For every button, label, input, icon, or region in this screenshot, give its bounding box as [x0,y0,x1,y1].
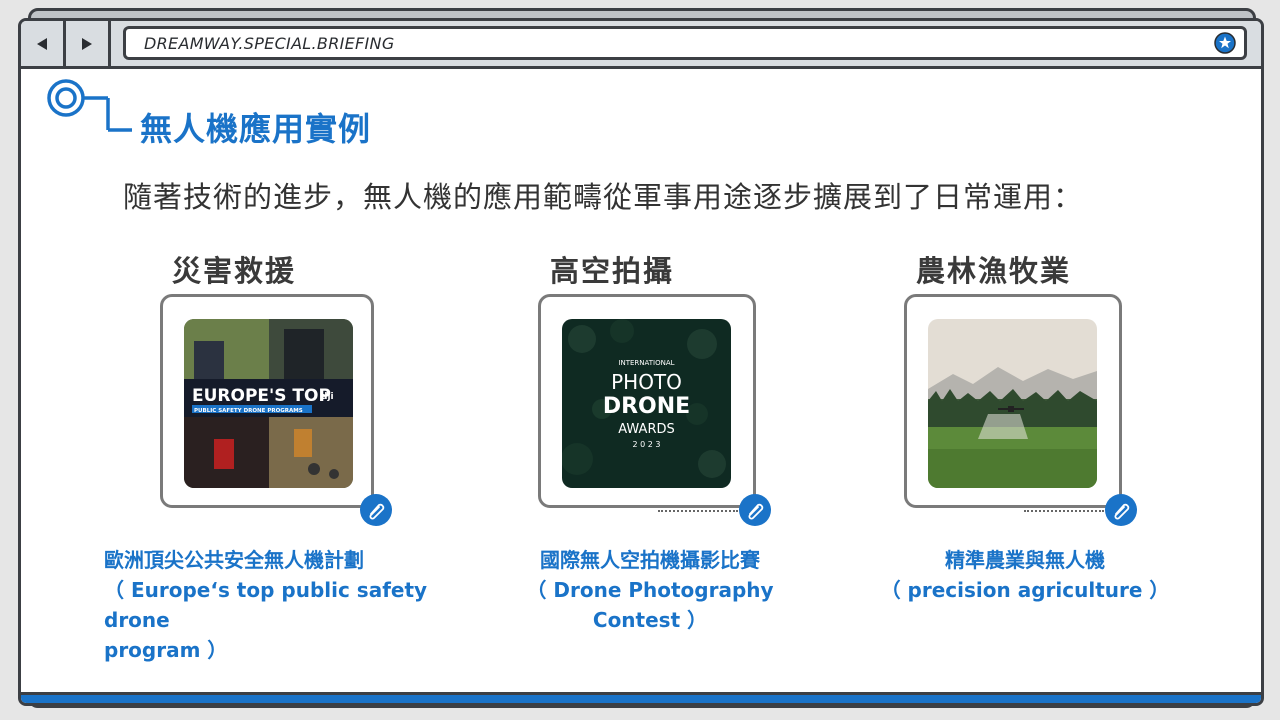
image-text-drone: DRONE [603,394,690,419]
dotted-separator [1024,510,1104,514]
slide-title: 無人機應用實例 [140,110,372,148]
bookmark-star-icon[interactable] [1214,32,1236,54]
category-label-disaster-relief: 災害救援 [172,254,297,288]
dotted-separator [658,510,738,514]
image-text-year: 2 0 2 3 [633,440,661,449]
card-agriculture [904,294,1122,508]
paperclip-icon[interactable] [738,493,772,527]
address-bar[interactable]: DREAMWAY.SPECIAL.BRIEFING [123,26,1247,60]
image-text-international: INTERNATIONAL [618,359,674,367]
image-subheading-text: PUBLIC SAFETY DRONE PROGRAMS [194,408,303,414]
paperclip-icon[interactable] [1104,493,1138,527]
image-text-awards: AWARDS [618,422,675,437]
back-button[interactable] [21,21,66,66]
image-heading-text: EUROPE'S TOP [192,386,331,406]
caption-en: （ Europe‘s top public safety drone [104,578,428,632]
browser-toolbar: DREAMWAY.SPECIAL.BRIEFING [21,21,1261,69]
paperclip-icon[interactable] [359,493,393,527]
arrow-left-icon [37,37,47,50]
arrow-right-icon [82,37,92,50]
category-label-agriculture: 農林漁牧業 [916,254,1072,288]
drone-awards-image[interactable]: INTERNATIONAL PHOTO DRONE AWARDS 2 0 2 3 [562,319,731,488]
agriculture-drone-image[interactable] [928,319,1097,488]
caption-aerial-photography: 國際無人空拍機攝影比賽 （ Drone Photography Contest … [480,545,820,635]
category-label-aerial-photography: 高空拍攝 [550,254,675,288]
card-disaster-relief: EUROPE'S TOP PUBLIC SAFETY DRONE PROGRAM… [160,294,374,508]
target-bracket-icon [47,79,132,132]
card-aerial-photography: INTERNATIONAL PHOTO DRONE AWARDS 2 0 2 3 [538,294,756,508]
image-text-photo: PHOTO [611,370,682,394]
caption-zh: 精準農業與無人機 [945,548,1105,572]
caption-disaster-relief: 歐洲頂尖公共安全無人機計劃 （ Europe‘s top public safe… [104,545,474,665]
caption-en: （ precision agriculture ） [880,578,1170,602]
caption-en: （ Drone Photography Contest ） [526,578,774,632]
bottom-accent-bar [21,692,1261,703]
public-safety-drone-image[interactable]: EUROPE'S TOP PUBLIC SAFETY DRONE PROGRAM… [184,319,353,488]
dji-logo-text: dji [321,392,334,402]
url-text: DREAMWAY.SPECIAL.BRIEFING [144,34,395,53]
caption-agriculture: 精準農業與無人機 （ precision agriculture ） [880,545,1170,605]
slide-subtitle: 隨著技術的進步，無人機的應用範疇從軍事用途逐步擴展到了日常運用： [123,180,1084,214]
caption-zh: 歐洲頂尖公共安全無人機計劃 [104,548,364,572]
caption-zh: 國際無人空拍機攝影比賽 [540,548,760,572]
caption-en-cont: program ） [104,638,228,662]
forward-button[interactable] [66,21,111,66]
